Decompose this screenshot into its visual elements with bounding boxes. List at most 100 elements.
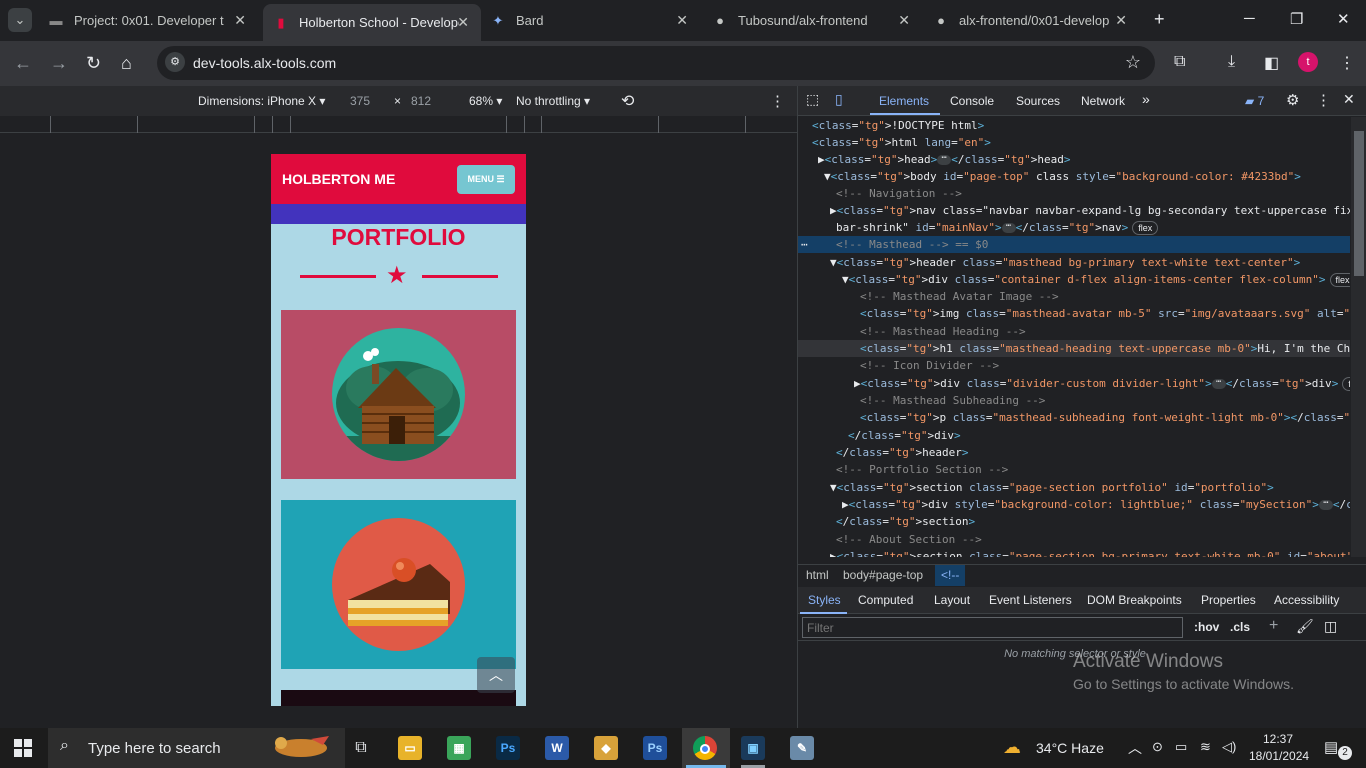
dom-node-line[interactable]: ▼<class="tg">section class="page-section…: [798, 479, 1350, 496]
rotate-icon[interactable]: ⟲: [621, 91, 634, 111]
volume-icon[interactable]: ◁): [1222, 739, 1236, 755]
dom-node-line[interactable]: <!-- Icon Divider -->: [798, 357, 1350, 374]
sidebar-toggle-icon[interactable]: ◫: [1324, 618, 1337, 635]
more-tabs-icon[interactable]: »: [1142, 91, 1150, 107]
clock-date[interactable]: 18/01/2024: [1249, 749, 1309, 763]
throttling-select[interactable]: No throttling ▾: [516, 94, 590, 108]
tab-elements[interactable]: Elements: [879, 94, 929, 108]
tab-layout[interactable]: Layout: [934, 593, 970, 607]
notepad-app-icon[interactable]: ✎: [790, 736, 814, 760]
close-tab-icon[interactable]: ✕: [457, 14, 469, 31]
tab-github-alx-frontend[interactable]: ● alx-frontend/0x01-developer ✕: [933, 0, 1139, 41]
extensions-icon[interactable]: ⧉: [1174, 53, 1185, 71]
scroll-thumb[interactable]: [1354, 131, 1364, 276]
forward-icon[interactable]: →: [50, 53, 68, 74]
profile-avatar[interactable]: t: [1298, 52, 1318, 72]
portfolio-item-cabin[interactable]: [281, 310, 516, 479]
dom-node-line[interactable]: ▼<class="tg">div class="container d-flex…: [798, 271, 1350, 288]
tab-event-listeners[interactable]: Event Listeners: [989, 593, 1072, 607]
side-panel-icon[interactable]: ◧: [1264, 53, 1279, 73]
taskbar-search[interactable]: ⌕ Type here to search: [48, 728, 345, 768]
tab-bard[interactable]: ✦ Bard ✕: [490, 0, 700, 41]
notifications-icon[interactable]: ▤: [1324, 738, 1338, 756]
issues-badge[interactable]: ▰ 7: [1245, 94, 1264, 108]
bookmark-star-icon[interactable]: ☆: [1125, 52, 1141, 73]
breadcrumb-comment[interactable]: <!--: [935, 565, 966, 586]
breadcrumb-html[interactable]: html: [806, 568, 829, 582]
clock-time[interactable]: 12:37: [1263, 732, 1293, 746]
tab-alx-project[interactable]: ▬ Project: 0x01. Developer tools ✕: [48, 0, 258, 41]
dom-node-line[interactable]: ▶<class="tg">div style="background-color…: [798, 496, 1350, 513]
windows-start-icon[interactable]: [14, 739, 32, 757]
tab-sources[interactable]: Sources: [1016, 94, 1060, 108]
cls-toggle[interactable]: .cls: [1230, 620, 1250, 634]
dom-node-line[interactable]: ▶<class="tg">div class="divider-custom d…: [798, 375, 1350, 392]
inspect-element-icon[interactable]: ⬚: [806, 91, 819, 108]
home-icon[interactable]: ⌂: [121, 53, 132, 74]
tab-styles[interactable]: Styles: [808, 593, 841, 607]
settings-gear-icon[interactable]: ⚙: [1286, 91, 1299, 109]
photoshop-icon[interactable]: Ps: [496, 736, 520, 760]
dom-node-line[interactable]: <class="tg">p class="masthead-subheading…: [798, 409, 1350, 426]
tray-overflow-icon[interactable]: ︿: [1128, 738, 1142, 758]
dom-node-line[interactable]: <!-- Masthead --> == $0 ⋯: [798, 236, 1350, 253]
portfolio-item-cake[interactable]: [281, 500, 516, 669]
dom-node-line[interactable]: </class="tg">section>: [798, 513, 1350, 530]
navbar-brand[interactable]: HOLBERTON ME: [282, 171, 395, 187]
height-input[interactable]: 812: [411, 94, 431, 108]
wifi-icon[interactable]: ≋: [1200, 739, 1211, 755]
tab-holberton[interactable]: ▮ Holberton School - Developer ✕: [263, 4, 481, 41]
close-tab-icon[interactable]: ✕: [898, 12, 910, 29]
dom-node-line[interactable]: </class="tg">header>: [798, 444, 1350, 461]
dom-node-line[interactable]: <class="tg">img class="masthead-avatar m…: [798, 305, 1350, 322]
new-rule-icon[interactable]: +: [1269, 617, 1278, 635]
url-text[interactable]: dev-tools.alx-tools.com: [193, 55, 336, 71]
dom-node-line[interactable]: <class="tg">h1 class="masthead-heading t…: [798, 340, 1350, 357]
tab-network[interactable]: Network: [1081, 94, 1125, 108]
dom-node-line[interactable]: <!-- Masthead Subheading -->: [798, 392, 1350, 409]
minimize-icon[interactable]: ─: [1244, 10, 1255, 27]
dom-node-line[interactable]: bar-shrink" id="mainNav"> ⋯ </class="tg">n…: [798, 219, 1350, 236]
breadcrumb-body[interactable]: body#page-top: [843, 568, 923, 582]
kebab-menu-icon[interactable]: ⋮: [1339, 53, 1355, 73]
close-tab-icon[interactable]: ✕: [676, 12, 688, 29]
device-more-icon[interactable]: ⋮: [770, 92, 785, 110]
word-icon[interactable]: W: [545, 736, 569, 760]
task-view-icon[interactable]: ⧉: [349, 736, 373, 760]
meet-now-icon[interactable]: ⊙: [1152, 739, 1163, 755]
dom-node-line[interactable]: <!-- Masthead Avatar Image -->: [798, 288, 1350, 305]
styles-filter-input[interactable]: [802, 617, 1183, 638]
flex-badge[interactable]: flex: [1329, 273, 1350, 287]
dom-node-line[interactable]: <!-- About Section -->: [798, 531, 1350, 548]
node-actions-icon[interactable]: ⋯: [801, 236, 808, 253]
tab-dom-breakpoints[interactable]: DOM Breakpoints: [1087, 593, 1182, 607]
dom-node-line[interactable]: <!-- Portfolio Section -->: [798, 461, 1350, 478]
close-tab-icon[interactable]: ✕: [1115, 12, 1127, 29]
close-tab-icon[interactable]: ✕: [234, 12, 246, 29]
dom-node-line[interactable]: ▶<class="tg">nav class="navbar navbar-ex…: [798, 202, 1350, 219]
chrome-icon[interactable]: [693, 736, 717, 760]
site-info-icon[interactable]: ⚙: [165, 52, 185, 72]
dom-node-line[interactable]: ▶<class="tg">head> ⋯ </class="tg">head>: [798, 151, 1350, 168]
menu-button[interactable]: MENU ☰: [457, 165, 515, 194]
dom-node-line[interactable]: <class="tg">!DOCTYPE html>: [798, 117, 1350, 134]
photoshop-alt-icon[interactable]: Ps: [643, 736, 667, 760]
address-bar[interactable]: ⚙ dev-tools.alx-tools.com ☆: [157, 46, 1155, 80]
dom-node-line[interactable]: ▼<class="tg">header class="masthead bg-p…: [798, 254, 1350, 271]
maximize-icon[interactable]: ❐: [1290, 10, 1303, 28]
dom-node-line[interactable]: ▼<class="tg">body id="page-top" class st…: [798, 168, 1350, 185]
battery-icon[interactable]: ▭: [1175, 739, 1187, 755]
dom-node-line[interactable]: <!-- Masthead Heading -->: [798, 323, 1350, 340]
zoom-select[interactable]: 68% ▾: [469, 94, 502, 108]
device-toggle-icon[interactable]: ▯: [835, 91, 843, 108]
tab-computed[interactable]: Computed: [858, 593, 913, 607]
paint-brush-icon[interactable]: 🖌: [1296, 618, 1314, 635]
tab-properties[interactable]: Properties: [1201, 593, 1256, 607]
dom-node-line[interactable]: <class="tg">html lang="en">: [798, 134, 1350, 151]
reload-icon[interactable]: ↻: [86, 53, 101, 74]
scroll-to-top-button[interactable]: ︿: [477, 657, 515, 693]
tab-github-tubosund[interactable]: ● Tubosund/alx-frontend ✕: [712, 0, 922, 41]
tab-console[interactable]: Console: [950, 94, 994, 108]
close-devtools-icon[interactable]: ✕: [1343, 91, 1355, 108]
elements-tree[interactable]: <class="tg">!DOCTYPE html> <class="tg">ht…: [798, 117, 1350, 557]
